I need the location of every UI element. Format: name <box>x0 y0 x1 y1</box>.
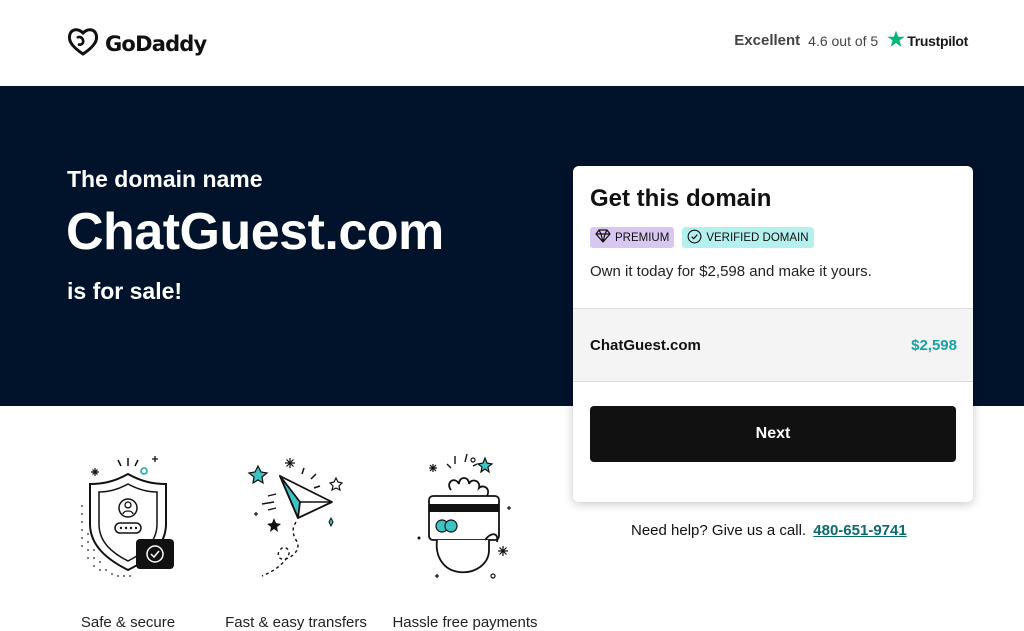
check-circle-icon <box>687 229 706 247</box>
godaddy-heart-icon <box>67 27 99 61</box>
hero-pretitle: The domain name <box>67 166 263 192</box>
price-row: ChatGuest.com $2,598 <box>573 308 973 382</box>
trustpilot-rating[interactable]: Excellent 4.6 out of 5 Trustpilot <box>734 30 968 51</box>
help-label: Need help? Give us a call. <box>631 522 807 539</box>
premium-badge-label: PREMIUM <box>615 231 670 244</box>
godaddy-logo[interactable]: GoDaddy <box>67 27 207 61</box>
trust-rating-text: 4.6 out of 5 <box>808 32 879 49</box>
badge-group: PREMIUM VERIFIED DOMAIN <box>590 227 814 248</box>
hero-domain-name: ChatGuest.com <box>66 203 444 261</box>
trustpilot-label: Trustpilot <box>907 32 968 49</box>
feature-label: Fast & easy transfers <box>225 614 367 631</box>
hero-subtitle: is for sale! <box>67 278 183 304</box>
verified-badge-label: VERIFIED DOMAIN <box>706 231 809 244</box>
help-phone-link[interactable]: 480-651-9741 <box>813 522 906 539</box>
feature-label: Safe & secure <box>80 614 176 631</box>
feature-hassle-free-payments: Hassle free payments <box>385 446 545 631</box>
card-description: Own it today for $2,598 and make it your… <box>590 263 872 280</box>
premium-badge: PREMIUM <box>590 227 675 248</box>
price-value: $2,598 <box>911 337 957 354</box>
feature-label: Hassle free payments <box>392 614 538 631</box>
site-header: GoDaddy Excellent 4.6 out of 5 Trustpilo… <box>0 0 1024 86</box>
feature-fast-transfers: Fast & easy transfers <box>216 446 376 631</box>
help-text: Need help? Give us a call. 480-651-9741 <box>631 522 907 539</box>
card-title: Get this domain <box>590 185 772 212</box>
trust-excellent-label: Excellent <box>734 32 801 49</box>
verified-badge: VERIFIED DOMAIN <box>682 227 814 248</box>
next-button[interactable]: Next <box>590 406 956 462</box>
price-domain-name: ChatGuest.com <box>590 337 701 354</box>
purchase-card: Get this domain PREMIUM VERIFIED DOMAIN … <box>573 166 973 502</box>
feature-safe-secure: Safe & secure <box>48 446 208 631</box>
diamond-icon <box>595 229 615 246</box>
trustpilot-star-icon <box>887 30 905 51</box>
brand-name: GoDaddy <box>105 32 207 56</box>
